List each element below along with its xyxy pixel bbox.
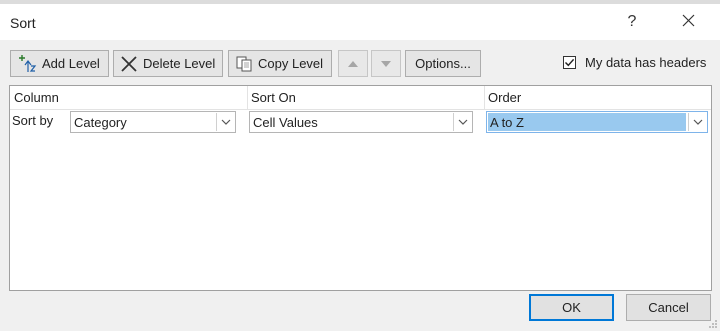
ok-button[interactable]: OK [529, 294, 614, 321]
delete-x-icon [120, 55, 138, 73]
headers-checkbox-group[interactable]: My data has headers [563, 55, 706, 70]
add-level-label: Add Level [42, 56, 100, 71]
order-header: Order [488, 90, 522, 105]
add-level-icon [17, 54, 37, 74]
headers-checkbox-label: My data has headers [585, 55, 707, 70]
move-down-button[interactable] [371, 50, 401, 77]
column-select[interactable]: Category [70, 111, 236, 133]
sort-levels-grid: Column Sort On Order Sort by Category Ce… [9, 85, 712, 291]
sort-by-label: Sort by [12, 113, 54, 128]
delete-level-button[interactable]: Delete Level [113, 50, 223, 77]
triangle-down-icon [381, 60, 391, 67]
order-select[interactable]: A to Z [486, 111, 708, 133]
help-button[interactable]: ? [620, 10, 644, 34]
column-header: Column [14, 90, 59, 105]
close-icon [682, 14, 694, 27]
dialog-title: Sort [10, 15, 36, 31]
cancel-button[interactable]: Cancel [626, 294, 711, 321]
sort-on-header: Sort On [251, 90, 296, 105]
delete-level-label: Delete Level [143, 56, 216, 71]
chevron-down-icon[interactable] [688, 113, 706, 131]
headers-checkbox[interactable] [563, 56, 576, 69]
chevron-down-icon[interactable] [453, 113, 471, 131]
close-button[interactable] [676, 10, 700, 34]
sort-on-select[interactable]: Cell Values [249, 111, 473, 133]
column-select-value: Category [74, 115, 127, 130]
options-label: Options... [415, 56, 471, 71]
header-separator [484, 86, 485, 109]
order-select-value: A to Z [490, 115, 524, 130]
resize-grip-icon[interactable] [708, 319, 718, 329]
copy-level-label: Copy Level [258, 56, 324, 71]
options-button[interactable]: Options... [405, 50, 481, 77]
header-divider [10, 109, 711, 110]
header-separator [247, 86, 248, 109]
checkmark-icon [565, 58, 575, 67]
chevron-down-icon[interactable] [216, 113, 234, 131]
copy-icon [235, 55, 253, 73]
add-level-button[interactable]: Add Level [10, 50, 109, 77]
title-bar: Sort ? [0, 4, 720, 40]
move-up-button[interactable] [338, 50, 368, 77]
triangle-up-icon [348, 60, 358, 67]
sort-on-select-value: Cell Values [253, 115, 318, 130]
copy-level-button[interactable]: Copy Level [228, 50, 332, 77]
